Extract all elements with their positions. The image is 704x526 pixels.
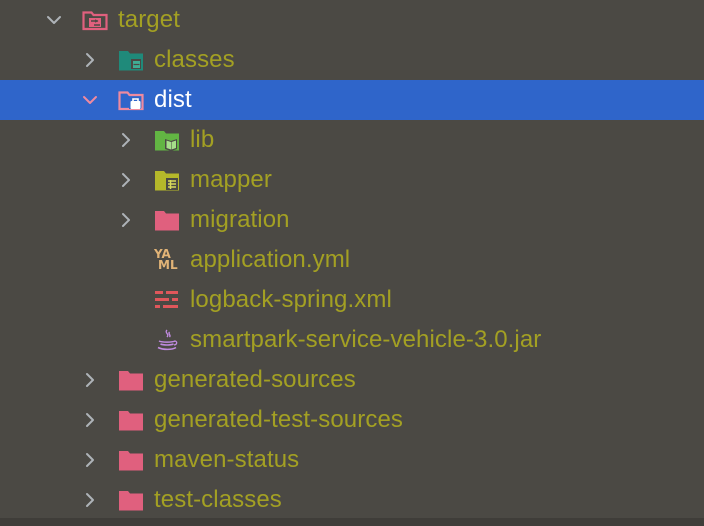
tree-row-label: generated-test-sources [154,406,403,433]
tree-row-application-yml[interactable]: YA ML application.yml [0,240,704,280]
folder-icon [118,489,144,511]
tree-row-generated-test-sources[interactable]: generated-test-sources [0,400,704,440]
archive-folder-icon [118,89,144,111]
resources-folder-icon [154,169,180,191]
tree-row-label: lib [190,126,215,153]
chevron-down-icon[interactable] [80,80,100,120]
chevron-right-icon[interactable] [116,120,136,160]
chevron-right-icon[interactable] [80,480,100,520]
folder-icon [154,209,180,231]
tree-row-lib[interactable]: lib [0,120,704,160]
folder-icon [118,409,144,431]
chevron-right-icon[interactable] [80,40,100,80]
tree-row-label: generated-sources [154,366,356,393]
tree-row-generated-sources[interactable]: generated-sources [0,360,704,400]
tree-row-target[interactable]: target [0,0,704,40]
tree-row-label: test-classes [154,486,282,513]
tree-row-label: logback-spring.xml [190,286,392,313]
xml-file-icon [154,289,180,311]
library-folder-icon [154,129,180,151]
tree-row-test-classes[interactable]: test-classes [0,480,704,520]
tree-row-label: mapper [190,166,272,193]
chevron-right-icon[interactable] [116,160,136,200]
tree-row-logback-spring-xml[interactable]: logback-spring.xml [0,280,704,320]
tree-row-mapper[interactable]: mapper [0,160,704,200]
tree-row-label: migration [190,206,290,233]
folder-icon [118,449,144,471]
tree-row-label: target [118,6,180,33]
folder-icon [118,369,144,391]
excluded-folder-icon [82,9,108,31]
panel-bottom-edge [0,518,704,526]
tree-row-label: classes [154,46,235,73]
chevron-right-icon[interactable] [116,200,136,240]
tree-row-label: maven-status [154,446,300,473]
tree-row-maven-status[interactable]: maven-status [0,440,704,480]
yaml-file-icon: YA ML [154,248,180,272]
tree-row-label: dist [154,86,192,113]
tree-row-label: application.yml [190,246,351,273]
chevron-down-icon[interactable] [44,0,64,40]
tree-row-label: smartpark-service-vehicle-3.0.jar [190,326,542,353]
output-folder-icon [118,49,144,71]
tree-row-migration[interactable]: migration [0,200,704,240]
project-tree: target classes dist lib mapper migration… [0,0,704,526]
chevron-right-icon[interactable] [80,400,100,440]
tree-row-classes[interactable]: classes [0,40,704,80]
chevron-right-icon[interactable] [80,360,100,400]
chevron-right-icon[interactable] [80,440,100,480]
java-jar-icon [154,329,180,351]
tree-row-smartpark-jar[interactable]: smartpark-service-vehicle-3.0.jar [0,320,704,360]
tree-row-dist[interactable]: dist [0,80,704,120]
yaml-glyph-bottom: ML [158,258,178,272]
